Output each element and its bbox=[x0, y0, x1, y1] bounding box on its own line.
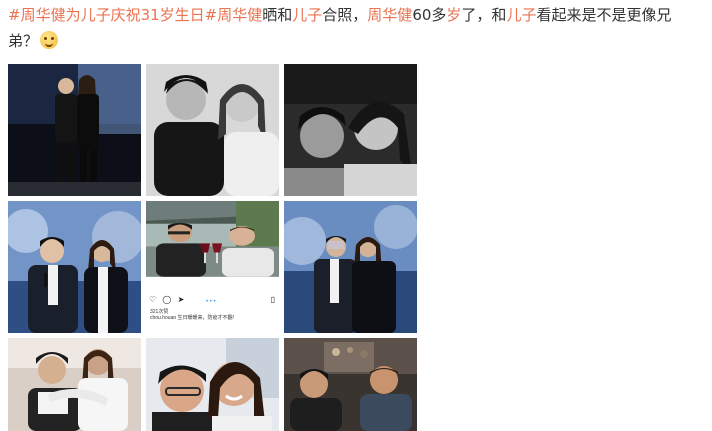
photo-grid: ♡ ◯ ➤ • • • ▯ 321次赞 chou.houan 生日暖暖来，防疫才… bbox=[8, 64, 417, 431]
photo-thumbnail[interactable] bbox=[146, 64, 279, 196]
photo-thumbnail[interactable] bbox=[284, 201, 417, 333]
post-text-segment: 晒和 bbox=[262, 6, 293, 24]
post-text-segment: 60多 bbox=[412, 6, 447, 24]
carousel-dots-icon: • • • bbox=[206, 299, 216, 305]
keyword-link[interactable]: 儿子 bbox=[506, 6, 536, 24]
name-link[interactable]: 周华健 bbox=[367, 6, 412, 24]
keyword-link[interactable]: 岁 bbox=[446, 6, 461, 24]
instagram-caption: chou.houan 生日暖暖来，防疫才不翻! bbox=[150, 315, 234, 321]
photo-thumbnail[interactable] bbox=[284, 64, 417, 196]
photo-thumbnail[interactable] bbox=[8, 338, 141, 431]
name-link[interactable]: 周华健 bbox=[217, 6, 262, 24]
photo-thumbnail[interactable] bbox=[8, 64, 141, 196]
post-text-segment: 合照， bbox=[322, 6, 368, 24]
photo-thumbnail[interactable] bbox=[284, 338, 417, 431]
instagram-photo-thumbnail[interactable]: ♡ ◯ ➤ • • • ▯ 321次赞 chou.houan 生日暖暖来，防疫才… bbox=[146, 201, 279, 333]
hashtag-link[interactable]: #周华健为儿子庆祝31岁生日# bbox=[8, 6, 217, 24]
instagram-caption-bar: ♡ ◯ ➤ • • • ▯ 321次赞 chou.houan 生日暖暖来，防疫才… bbox=[146, 296, 279, 333]
laughing-emoji-icon bbox=[40, 31, 59, 49]
post-text: #周华健为儿子庆祝31岁生日#周华健晒和儿子合照，周华健60多岁了，和儿子看起来… bbox=[8, 2, 698, 54]
like-comment-share-icons: ♡ ◯ ➤ bbox=[149, 295, 187, 304]
keyword-link[interactable]: 儿子 bbox=[292, 6, 322, 24]
photo-thumbnail[interactable] bbox=[146, 338, 279, 431]
bookmark-icon: ▯ bbox=[270, 295, 275, 304]
photo-thumbnail[interactable] bbox=[8, 201, 141, 333]
post-text-segment: 了，和 bbox=[461, 6, 507, 24]
